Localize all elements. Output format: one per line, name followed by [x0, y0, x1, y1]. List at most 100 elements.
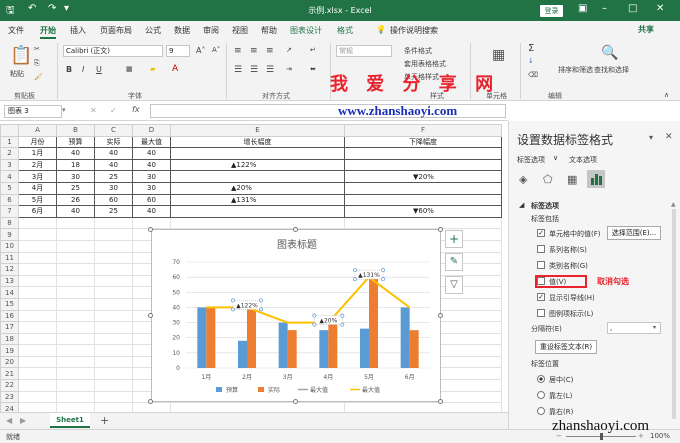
legend-label[interactable]: 最大值: [310, 386, 328, 394]
size-properties-icon[interactable]: ▦: [567, 173, 577, 186]
table-cell[interactable]: [170, 205, 345, 218]
table-cell[interactable]: ▼20%: [344, 170, 502, 183]
font-size-select[interactable]: 9: [166, 45, 190, 57]
y-tick-label[interactable]: 30: [172, 320, 180, 327]
number-format-select[interactable]: 常规: [336, 45, 392, 57]
table-cell[interactable]: [94, 216, 133, 230]
tab-review[interactable]: 审阅: [203, 25, 219, 36]
position-radio[interactable]: [537, 391, 545, 399]
find-select-button[interactable]: 查找和选择: [594, 65, 629, 75]
x-tick-label[interactable]: 4月: [323, 374, 333, 381]
tab-page-layout[interactable]: 页面布局: [100, 25, 132, 36]
column-header[interactable]: A: [18, 124, 57, 137]
row-header[interactable]: 3: [0, 158, 19, 172]
table-cell[interactable]: 40: [94, 158, 133, 172]
x-tick-label[interactable]: 5月: [364, 374, 374, 381]
bar-actual[interactable]: [206, 307, 216, 368]
x-tick-label[interactable]: 2月: [242, 374, 252, 381]
table-cell[interactable]: [56, 216, 95, 230]
table-cell[interactable]: [56, 228, 95, 241]
sheet-tab[interactable]: Sheet1: [50, 413, 90, 428]
data-label-handle[interactable]: [381, 268, 385, 273]
tab-format[interactable]: 格式: [337, 25, 353, 36]
chart-filters-button[interactable]: ▽: [445, 276, 463, 294]
row-header[interactable]: 8: [0, 216, 19, 230]
legend-swatch[interactable]: [258, 387, 264, 392]
table-cell[interactable]: 2月: [18, 158, 57, 172]
label-checkbox[interactable]: [537, 261, 545, 269]
column-header[interactable]: D: [132, 124, 171, 137]
wrap-text-icon[interactable]: ↵: [310, 46, 316, 54]
table-cell[interactable]: [56, 344, 95, 357]
table-cell[interactable]: [94, 228, 133, 241]
section-collapse-icon[interactable]: ◢: [519, 201, 524, 209]
resize-handle[interactable]: [148, 227, 153, 232]
table-cell[interactable]: ▲122%: [170, 158, 345, 172]
y-tick-label[interactable]: 40: [172, 304, 180, 311]
data-label-handle[interactable]: [381, 277, 385, 282]
resize-handle[interactable]: [293, 399, 298, 404]
table-cell[interactable]: [18, 309, 57, 323]
tab-view[interactable]: 视图: [232, 25, 248, 36]
namebox-dropdown-icon[interactable]: ▾: [62, 106, 66, 114]
table-cell[interactable]: [56, 332, 95, 346]
table-cell[interactable]: 40: [132, 158, 171, 172]
checkbox-label[interactable]: 图例项标示(L): [549, 309, 593, 319]
merge-icon[interactable]: ⬌: [310, 65, 316, 73]
table-cell[interactable]: 30: [132, 181, 171, 195]
tab-help[interactable]: 帮助: [261, 25, 277, 36]
table-cell[interactable]: [18, 367, 57, 381]
table-cell[interactable]: 最大值: [132, 135, 171, 149]
tab-insert[interactable]: 插入: [70, 25, 86, 36]
table-cell[interactable]: [56, 355, 95, 369]
chart-styles-button[interactable]: ✎: [445, 253, 463, 271]
bar-budget[interactable]: [319, 330, 329, 368]
table-cell[interactable]: 30: [132, 170, 171, 183]
table-cell[interactable]: 实际: [94, 135, 133, 149]
x-tick-label[interactable]: 3月: [283, 374, 293, 381]
table-cell[interactable]: 4月: [18, 181, 57, 195]
table-cell[interactable]: [94, 332, 133, 346]
paste-label[interactable]: 粘贴: [10, 69, 24, 79]
data-label[interactable]: ▲20%: [319, 318, 337, 325]
ribbon-options-icon[interactable]: ▣: [578, 3, 587, 14]
data-label[interactable]: ▲122%: [236, 302, 258, 309]
label-checkbox[interactable]: ✓: [537, 229, 545, 237]
y-tick-label[interactable]: 70: [172, 259, 180, 266]
table-cell[interactable]: [56, 367, 95, 381]
align-bottom-icon[interactable]: ≡: [266, 46, 274, 56]
label-checkbox[interactable]: [537, 245, 545, 253]
data-label-handle[interactable]: [353, 277, 357, 282]
bar-budget[interactable]: [238, 340, 247, 368]
table-cell[interactable]: ▲131%: [170, 193, 345, 207]
table-cell[interactable]: 1月: [18, 147, 57, 160]
tab-data[interactable]: 数据: [174, 25, 190, 36]
chart-elements-button[interactable]: +: [445, 230, 463, 248]
table-cell[interactable]: 40: [56, 147, 95, 160]
table-cell[interactable]: [18, 379, 57, 392]
chart-title[interactable]: 图表标题: [277, 238, 317, 251]
y-tick-label[interactable]: 60: [172, 274, 180, 281]
table-cell[interactable]: 26: [56, 193, 95, 207]
table-cell[interactable]: [18, 228, 57, 241]
y-tick-label[interactable]: 0: [176, 365, 180, 372]
underline-button[interactable]: U: [96, 65, 102, 74]
data-label[interactable]: ▲131%: [358, 272, 380, 279]
row-header[interactable]: 2: [0, 147, 19, 160]
table-cell[interactable]: 增长幅度: [170, 135, 345, 149]
table-cell[interactable]: [344, 181, 502, 195]
add-sheet-button[interactable]: +: [100, 414, 109, 427]
border-icon[interactable]: ▦: [126, 65, 133, 73]
conditional-format-button[interactable]: 条件格式: [404, 46, 432, 56]
series-line[interactable]: [206, 275, 411, 324]
table-cell[interactable]: [94, 274, 133, 288]
bar-actual[interactable]: [247, 307, 256, 368]
name-box[interactable]: 图表 3: [4, 105, 62, 118]
checkbox-label[interactable]: 类别名称(G): [549, 261, 588, 271]
align-middle-icon[interactable]: ≡: [250, 46, 258, 56]
table-cell[interactable]: [344, 193, 502, 207]
table-cell[interactable]: [94, 251, 133, 265]
table-cell[interactable]: [94, 367, 133, 381]
table-cell[interactable]: 40: [132, 147, 171, 160]
table-cell[interactable]: 18: [56, 158, 95, 172]
